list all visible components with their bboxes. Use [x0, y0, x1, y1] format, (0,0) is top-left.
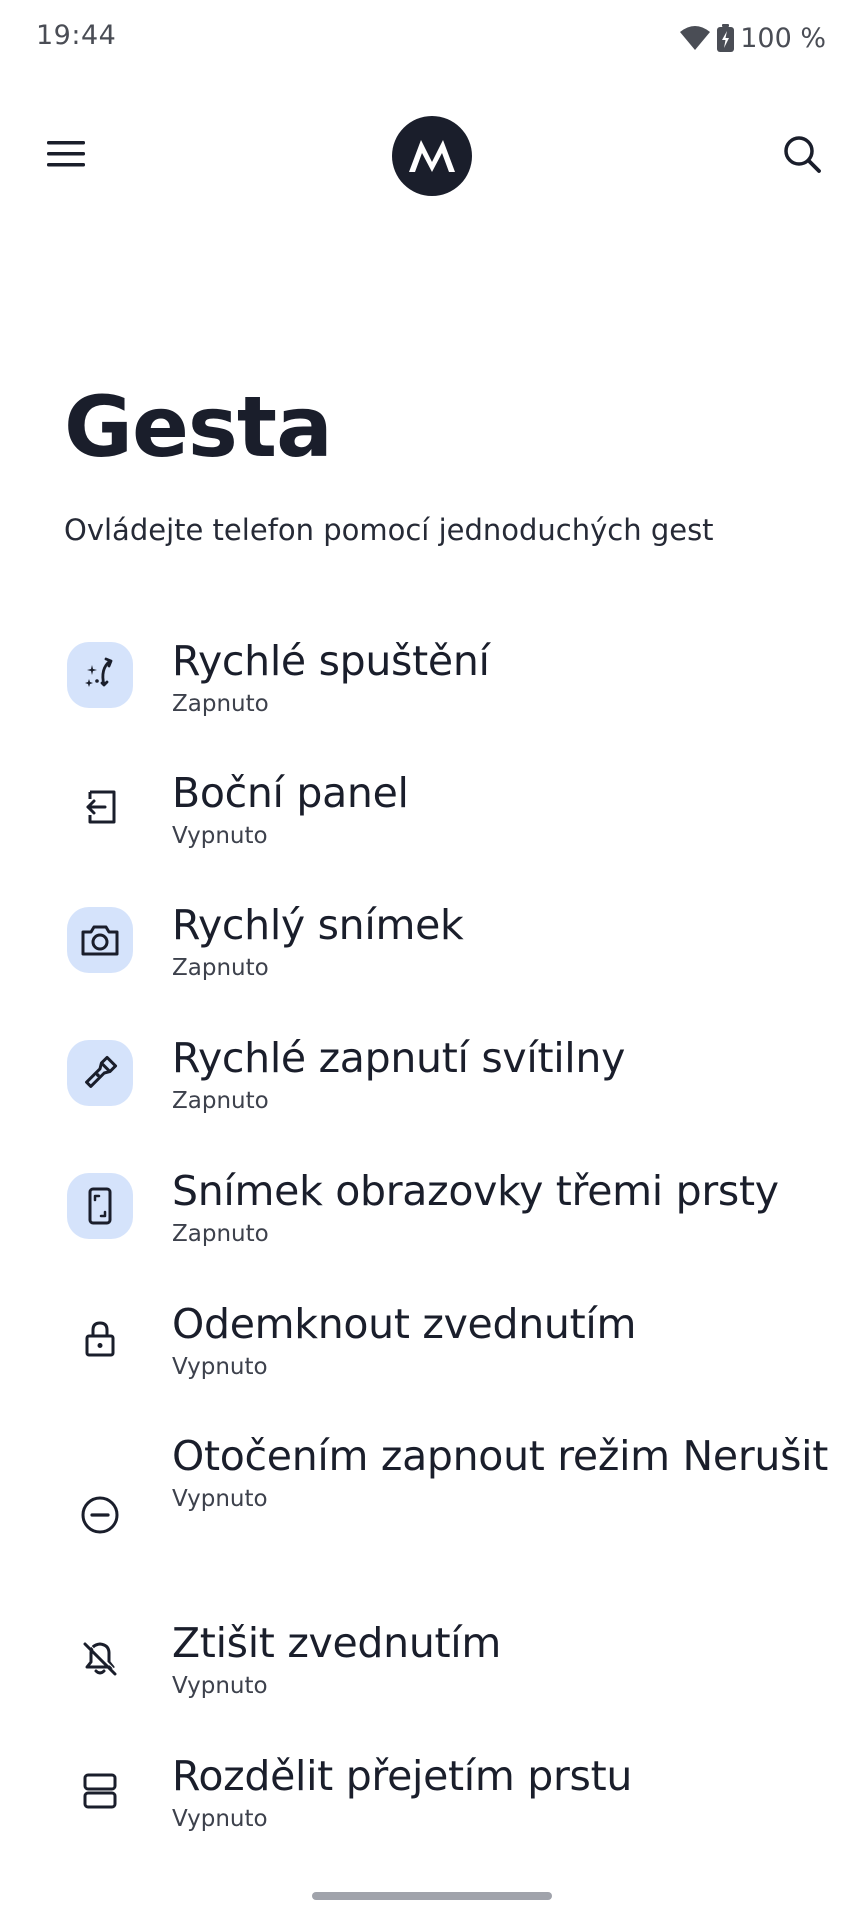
- item-text: Rychlé spuštění Zapnuto: [172, 634, 840, 719]
- battery-charging-icon: [717, 24, 735, 52]
- page-subtitle: Ovládejte telefon pomocí jednoduchých ge…: [64, 513, 714, 547]
- item-title: Odemknout zvednutím: [172, 1300, 637, 1348]
- list-item-swipe-to-split[interactable]: Rozdělit přejetím prstu Vypnuto: [0, 1738, 864, 1871]
- gestures-settings-screen: 19:44 100 % Gesta Ovládejte telefon pomo…: [0, 0, 864, 1920]
- flashlight-icon: [67, 1040, 133, 1106]
- side-panel-icon: [67, 774, 133, 840]
- gesture-navigation-handle[interactable]: [312, 1892, 552, 1900]
- quick-launch-twist-icon: [67, 642, 133, 708]
- screenshot-phone-icon: [67, 1173, 133, 1239]
- list-item-flashlight[interactable]: Rychlé zapnutí svítilny Zapnuto: [0, 1020, 864, 1153]
- search-icon: [782, 134, 822, 178]
- battery-percentage: 100 %: [740, 22, 826, 54]
- page-title: Gesta: [64, 378, 333, 476]
- item-text: Otočením zapnout režim Nerušit Vypnuto: [172, 1429, 840, 1514]
- list-item-three-finger-screenshot[interactable]: Snímek obrazovky třemi prsty Zapnuto: [0, 1153, 864, 1286]
- list-item-quick-capture[interactable]: Rychlý snímek Zapnuto: [0, 887, 864, 1020]
- item-text: Odemknout zvednutím Vypnuto: [172, 1297, 840, 1382]
- item-status: Vypnuto: [172, 1673, 268, 1699]
- item-status: Zapnuto: [172, 691, 269, 717]
- item-status: Zapnuto: [172, 1088, 269, 1114]
- search-button[interactable]: [770, 124, 834, 188]
- item-title: Boční panel: [172, 769, 409, 817]
- list-item-lift-to-unlock[interactable]: Odemknout zvednutím Vypnuto: [0, 1286, 864, 1419]
- status-time: 19:44: [36, 20, 117, 51]
- list-item-lift-to-silence[interactable]: Ztišit zvednutím Vypnuto: [0, 1605, 864, 1738]
- item-text: Rychlé zapnutí svítilny Zapnuto: [172, 1031, 840, 1116]
- item-status: Vypnuto: [172, 1806, 268, 1832]
- item-text: Boční panel Vypnuto: [172, 766, 840, 851]
- menu-button[interactable]: [34, 124, 98, 188]
- item-status: Zapnuto: [172, 955, 269, 981]
- item-text: Rychlý snímek Zapnuto: [172, 898, 840, 983]
- item-title: Otočením zapnout režim Nerušit: [172, 1432, 829, 1480]
- item-text: Ztišit zvednutím Vypnuto: [172, 1616, 840, 1701]
- status-bar: 19:44 100 %: [0, 0, 864, 76]
- top-app-bar: [0, 104, 864, 208]
- item-title: Rychlé spuštění: [172, 637, 490, 685]
- hamburger-menu-icon: [47, 140, 85, 172]
- item-title: Rozdělit přejetím prstu: [172, 1752, 633, 1800]
- item-title: Rychlý snímek: [172, 901, 464, 949]
- item-text: Snímek obrazovky třemi prsty Zapnuto: [172, 1164, 840, 1249]
- item-status: Zapnuto: [172, 1221, 269, 1247]
- motorola-logo: [392, 116, 472, 196]
- list-item-side-panel[interactable]: Boční panel Vypnuto: [0, 754, 864, 887]
- list-item-quick-launch[interactable]: Rychlé spuštění Zapnuto: [0, 620, 864, 754]
- item-title: Snímek obrazovky třemi prsty: [172, 1167, 779, 1215]
- bell-off-icon: [67, 1625, 133, 1691]
- gestures-list: Rychlé spuštění Zapnuto Boční panel Vypn…: [0, 620, 864, 1871]
- item-title: Rychlé zapnutí svítilny: [172, 1034, 626, 1082]
- camera-icon: [67, 907, 133, 973]
- split-screen-icon: [67, 1758, 133, 1824]
- item-status: Vypnuto: [172, 823, 268, 849]
- item-title: Ztišit zvednutím: [172, 1619, 502, 1667]
- item-status: Vypnuto: [172, 1354, 268, 1380]
- status-icons: 100 %: [679, 20, 826, 56]
- item-status: Vypnuto: [172, 1486, 268, 1512]
- do-not-disturb-icon: [67, 1482, 133, 1548]
- lock-icon: [67, 1306, 133, 1372]
- wifi-icon: [679, 25, 711, 51]
- item-text: Rozdělit přejetím prstu Vypnuto: [172, 1749, 840, 1834]
- list-item-flip-for-dnd[interactable]: Otočením zapnout režim Nerušit Vypnuto: [0, 1419, 864, 1605]
